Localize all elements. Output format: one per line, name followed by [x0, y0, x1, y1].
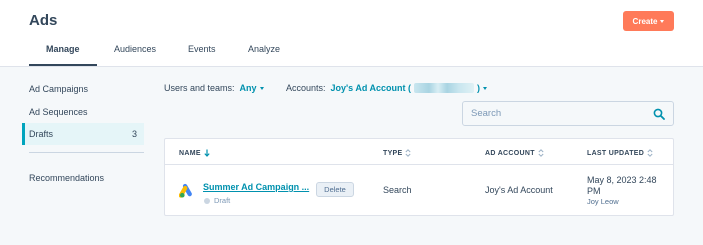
google-ads-icon [179, 183, 192, 198]
sidebar-item-ad-campaigns[interactable]: Ad Campaigns [22, 78, 144, 100]
tab-events[interactable]: Events [188, 44, 216, 54]
cell-type: Search [383, 185, 412, 195]
column-header-label: AD ACCOUNT [485, 149, 535, 157]
sort-descending-icon [204, 149, 210, 157]
sidebar-item-ad-sequences[interactable]: Ad Sequences [22, 101, 144, 123]
sort-icon [538, 149, 544, 157]
campaign-name-link[interactable]: Summer Ad Campaign ... [203, 182, 309, 192]
create-button-label: Create [632, 16, 658, 26]
search-box [462, 101, 674, 126]
cell-ad-account: Joy's Ad Account [485, 185, 553, 195]
accounts-filter: Accounts: Joy's Ad Account () [286, 83, 488, 93]
cell-updated-by: Joy Leow [587, 197, 619, 206]
column-header-label: LAST UPDATED [587, 149, 645, 157]
chevron-down-icon [483, 86, 488, 90]
sidebar-item-label: Ad Sequences [29, 107, 88, 117]
cell-last-updated-date: May 8, 2023 2:48 [587, 175, 657, 185]
column-header-ad-account[interactable]: AD ACCOUNT [485, 149, 544, 157]
sidebar-item-label: Recommendations [29, 173, 105, 183]
delete-button[interactable]: Delete [316, 182, 354, 197]
sort-icon [647, 149, 653, 157]
sort-icon [405, 149, 412, 157]
users-filter-label: Users and teams: [164, 83, 235, 93]
sidebar-item-label: Drafts [29, 129, 54, 139]
sidebar-item-count: 3 [131, 129, 137, 139]
cell-last-updated-time: PM [587, 186, 601, 196]
tab-audiences[interactable]: Audiences [114, 44, 156, 54]
tab-analyze[interactable]: Analyze [248, 44, 280, 54]
page-header: Ads Create Manage Audiences Events Analy… [0, 0, 703, 67]
sidebar-item-drafts[interactable]: Drafts 3 [22, 123, 144, 145]
tab-manage[interactable]: Manage [46, 44, 80, 54]
column-header-type[interactable]: TYPE [383, 149, 412, 157]
users-filter-value: Any [239, 83, 257, 93]
header-divider [0, 66, 703, 67]
sidebar-item-label: Ad Campaigns [29, 84, 89, 94]
accounts-filter-value: Joy's Ad Account ( [330, 83, 412, 93]
redacted-account-id [414, 83, 475, 93]
status-dot [204, 198, 210, 204]
sidebar-divider [29, 152, 144, 153]
accounts-filter-close-paren: ) [477, 83, 481, 93]
table-header-divider [165, 164, 673, 165]
column-header-label: NAME [179, 149, 201, 157]
sidebar-item-recommendations[interactable]: Recommendations [22, 167, 144, 189]
users-filter-dropdown[interactable]: Any [240, 83, 264, 93]
chevron-down-icon [259, 86, 264, 90]
chevron-down-icon [660, 19, 665, 23]
column-header-last-updated[interactable]: LAST UPDATED [587, 149, 653, 157]
drafts-table: NAME TYPE AD ACCOUNT LAST UPDATED Summer… [164, 138, 674, 216]
create-button[interactable]: Create [623, 11, 674, 31]
column-header-name[interactable]: NAME [179, 149, 210, 157]
page-title: Ads [29, 12, 58, 29]
search-icon[interactable] [653, 108, 665, 120]
column-header-label: TYPE [383, 149, 403, 157]
status-label: Draft [214, 196, 231, 205]
search-input[interactable] [471, 108, 641, 119]
accounts-filter-dropdown[interactable]: Joy's Ad Account () [330, 83, 488, 93]
users-filter: Users and teams: Any [164, 83, 264, 93]
accounts-filter-label: Accounts: [286, 83, 326, 93]
